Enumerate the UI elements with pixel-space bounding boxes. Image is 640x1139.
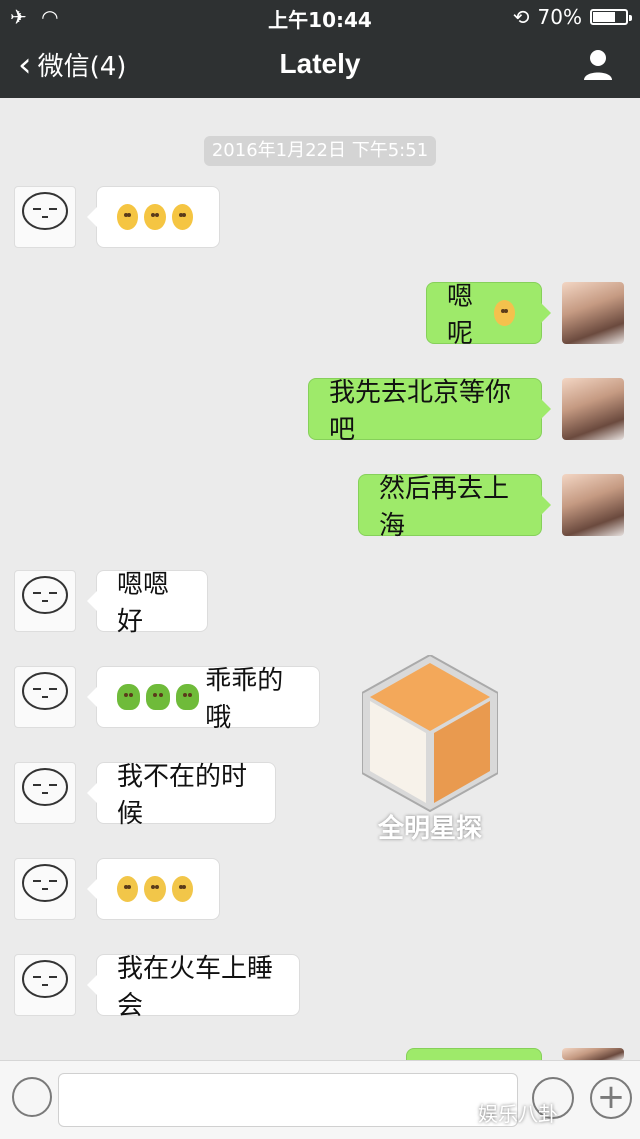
face-emoji-icon bbox=[171, 204, 193, 230]
kiss-face-emoji-icon bbox=[171, 876, 193, 902]
message-bubble[interactable] bbox=[87, 858, 220, 920]
kiss-face-emoji-icon bbox=[144, 876, 166, 902]
message-text: 我先去北京等你吧 bbox=[329, 378, 512, 445]
green-creature-emoji-icon bbox=[117, 684, 141, 710]
message-text: 嗯呢 bbox=[447, 282, 474, 349]
message-bubble[interactable]: 嗯嗯 好 bbox=[87, 570, 208, 637]
status-right: ⟲ 70% bbox=[512, 5, 632, 29]
message-bubble[interactable]: 我不在的时候 bbox=[87, 762, 276, 829]
message-text: 我不在的时候 bbox=[117, 762, 248, 829]
message-timestamp: 2016年1月22日 下午5:51 bbox=[204, 136, 436, 166]
battery-fill bbox=[593, 12, 615, 22]
footer-watermark: 娱乐八卦 bbox=[478, 1102, 558, 1126]
avatar[interactable] bbox=[562, 474, 624, 536]
face-emoji-icon bbox=[144, 204, 166, 230]
message-text: 我在火车上睡会 bbox=[117, 954, 274, 1021]
green-creature-emoji-icon bbox=[175, 684, 200, 710]
meme-face-icon bbox=[22, 192, 68, 230]
avatar[interactable] bbox=[562, 378, 624, 440]
battery-percent: 70% bbox=[537, 5, 582, 29]
avatar[interactable] bbox=[14, 954, 76, 1016]
message-bubble[interactable]: 我先去北京等你吧 bbox=[308, 378, 551, 445]
watermark-text: 全明星探 bbox=[377, 814, 482, 844]
message-bubble[interactable]: 我在火车上睡会 bbox=[87, 954, 300, 1021]
message-text: 嗯嗯 好 bbox=[117, 570, 170, 637]
avatar[interactable] bbox=[14, 762, 76, 824]
message-text: 乖乖的哦 bbox=[205, 666, 284, 733]
avatar[interactable] bbox=[14, 570, 76, 632]
battery-icon bbox=[590, 9, 632, 25]
message-text: 然后再去上海 bbox=[379, 474, 510, 541]
avatar[interactable] bbox=[14, 666, 76, 728]
status-bar: ✈ ◠ 上午10:44 ⟲ 70% bbox=[0, 0, 640, 32]
avatar[interactable] bbox=[14, 858, 76, 920]
rotation-lock-icon: ⟲ bbox=[512, 5, 530, 29]
green-creature-emoji-icon bbox=[146, 684, 170, 710]
avatar[interactable] bbox=[562, 282, 624, 344]
profile-icon[interactable] bbox=[582, 48, 614, 82]
meme-face-icon bbox=[22, 672, 68, 710]
message-bubble[interactable] bbox=[87, 186, 220, 248]
chat-title: Lately bbox=[279, 48, 361, 79]
message-bubble[interactable]: 乖乖的哦 bbox=[87, 666, 320, 733]
voice-toggle-button[interactable] bbox=[12, 1077, 52, 1117]
top-bar: ✈ ◠ 上午10:44 ⟲ 70% ‹ 微信(4) Lately bbox=[0, 0, 640, 98]
message-input[interactable] bbox=[58, 1073, 518, 1127]
avatar[interactable] bbox=[14, 186, 76, 248]
avatar[interactable] bbox=[562, 1048, 624, 1060]
face-emoji-icon bbox=[117, 204, 139, 230]
message-bubble[interactable]: 嗯呢 bbox=[426, 282, 551, 349]
message-bubble[interactable]: 然后再去上海 bbox=[358, 474, 551, 541]
plus-button[interactable]: + bbox=[590, 1077, 632, 1119]
meme-face-icon bbox=[22, 768, 68, 806]
meme-face-icon bbox=[22, 960, 68, 998]
meme-face-icon bbox=[22, 576, 68, 614]
kiss-face-emoji-icon bbox=[117, 876, 139, 902]
frown-face-emoji-icon bbox=[493, 300, 515, 326]
nav-bar: ‹ 微信(4) Lately bbox=[0, 32, 640, 98]
meme-face-icon bbox=[22, 864, 68, 902]
